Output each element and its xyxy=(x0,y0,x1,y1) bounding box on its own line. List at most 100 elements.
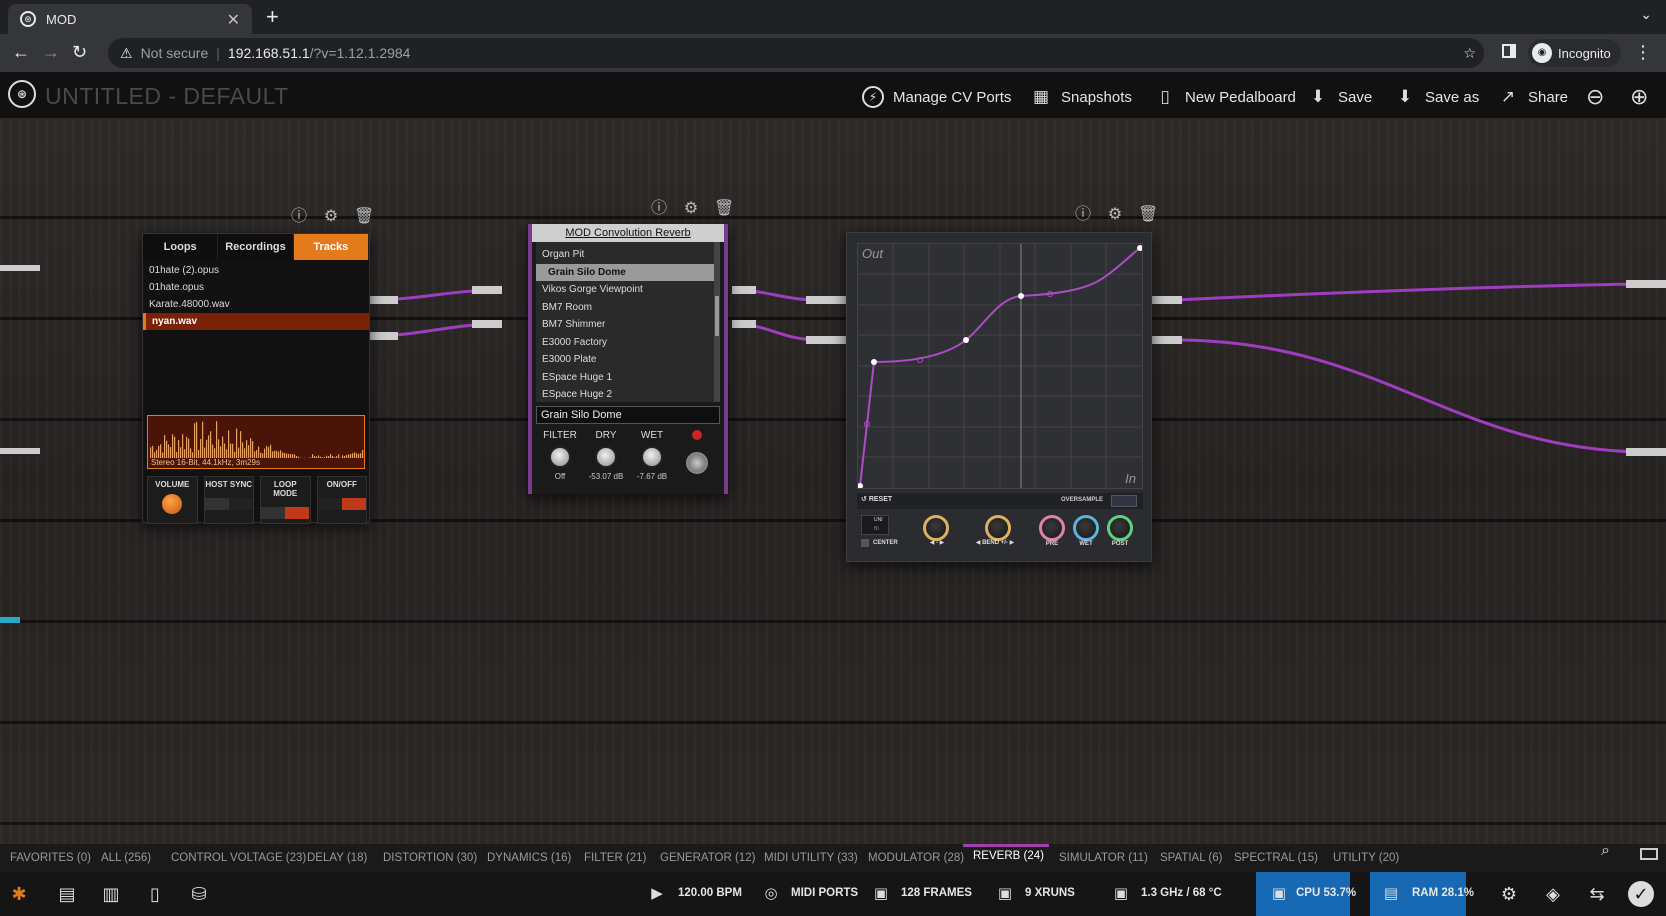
forward-arrow-icon[interactable]: → xyxy=(42,42,60,62)
category-simulator[interactable]: SIMULATOR (11) xyxy=(1059,852,1148,864)
category-reverb[interactable]: REVERB (24) xyxy=(973,850,1044,862)
mod-logo-icon[interactable]: ⊛ xyxy=(8,80,36,108)
transfer-curve-graph[interactable]: Out In xyxy=(857,243,1143,489)
cloud-store-icon[interactable]: ⛁ xyxy=(186,881,212,907)
tab-loops[interactable]: Loops xyxy=(143,234,219,260)
xruns-value[interactable]: 9 XRUNS xyxy=(1025,887,1075,899)
frames-value[interactable]: 128 FRAMES xyxy=(901,887,972,899)
new-tab-button[interactable]: + xyxy=(266,4,279,30)
incognito-badge[interactable]: ◉ Incognito xyxy=(1528,39,1621,67)
list-item[interactable]: Karate.48000.wav xyxy=(143,296,369,313)
category-utility[interactable]: UTILITY (20) xyxy=(1333,852,1399,864)
list-item[interactable]: Vikos Gorge Viewpoint xyxy=(536,281,720,299)
audio-file-player-pedal[interactable]: Loops Recordings Tracks 01hate (2).opus … xyxy=(142,233,370,524)
search-icon[interactable]: ⌕ xyxy=(1601,842,1610,860)
bookmark-star-icon[interactable]: ☆ xyxy=(1463,45,1476,62)
info-icon[interactable]: ⓘ xyxy=(650,200,668,218)
bend-stepper[interactable]: ◀ BEND +/- ▶ xyxy=(967,539,1023,546)
tab-search-chevron-icon[interactable]: ⌄ xyxy=(1640,6,1652,23)
list-item[interactable]: 01hate (2).opus xyxy=(143,262,369,279)
knob-1-stepper[interactable]: ◀ - ▶ xyxy=(913,539,961,546)
list-item[interactable]: nyan.wav xyxy=(143,313,369,330)
new-pedalboard-button[interactable]: ▯ New Pedalboard xyxy=(1154,86,1296,108)
category-modulator[interactable]: MODULATOR (28) xyxy=(868,852,964,864)
category-favorites[interactable]: FAVORITES (0) xyxy=(10,852,91,864)
category-dynamics[interactable]: DYNAMICS (16) xyxy=(487,852,571,864)
curve-knob-1[interactable] xyxy=(923,515,949,541)
bend-knob[interactable] xyxy=(985,515,1011,541)
tab-tracks[interactable]: Tracks xyxy=(293,234,369,260)
gear-icon[interactable]: ⚙ xyxy=(1106,206,1124,224)
info-icon[interactable]: ⓘ xyxy=(1074,206,1092,224)
reload-icon[interactable]: ↻ xyxy=(72,42,87,62)
list-item[interactable]: BM7 Room xyxy=(536,299,720,317)
list-item[interactable]: 01hate.opus xyxy=(143,279,369,296)
trash-icon[interactable]: 🗑 xyxy=(354,208,374,226)
tab-recordings[interactable]: Recordings xyxy=(218,234,294,260)
gear-icon[interactable]: ⚙ xyxy=(682,200,700,218)
category-midi-utility[interactable]: MIDI UTILITY (33) xyxy=(764,852,858,864)
category-distortion[interactable]: DISTORTION (30) xyxy=(383,852,477,864)
oversample-select[interactable] xyxy=(1111,495,1137,507)
selected-ir-field[interactable]: Grain Silo Dome xyxy=(536,406,720,424)
snapshots-button[interactable]: ▦ Snapshots xyxy=(1030,86,1132,108)
ir-list-scrollbar[interactable] xyxy=(714,242,720,402)
file-manager-icon[interactable]: ▯ xyxy=(142,881,168,907)
back-arrow-icon[interactable]: ← xyxy=(12,42,30,62)
list-item[interactable]: Organ Pit xyxy=(536,246,720,264)
on-off-toggle[interactable] xyxy=(317,498,366,510)
connections-icon[interactable]: ◈ xyxy=(1540,881,1566,907)
keyboard-icon[interactable] xyxy=(1640,848,1658,860)
tab-close-icon[interactable]: ✕ xyxy=(227,10,240,30)
list-item[interactable]: E3000 Factory xyxy=(536,334,720,352)
zoom-in-icon[interactable]: ⊕ xyxy=(1630,84,1648,110)
trash-icon[interactable]: 🗑 xyxy=(714,200,734,218)
plugin-store-icon[interactable]: ✱ xyxy=(6,881,32,907)
list-item[interactable]: ESpace Huge 1 xyxy=(536,369,720,387)
address-bar[interactable]: ⚠ Not secure | 192.168.51.1 /?v=1.12.1.2… xyxy=(108,38,1484,68)
bpm-value[interactable]: 120.00 BPM xyxy=(678,887,742,899)
pedalboards-library-icon[interactable]: ▤ xyxy=(54,881,80,907)
pedalboard-title[interactable]: UNTITLED - DEFAULT xyxy=(45,83,289,110)
wet-knob[interactable] xyxy=(1073,515,1099,541)
filter-knob[interactable] xyxy=(549,446,571,468)
dry-knob[interactable] xyxy=(595,446,617,468)
save-as-button[interactable]: ⬇ Save as xyxy=(1394,86,1479,108)
bypass-footswitch[interactable] xyxy=(686,452,708,474)
save-button[interactable]: ⬇ Save xyxy=(1307,86,1372,108)
midi-ports-button[interactable]: MIDI PORTS xyxy=(791,887,858,899)
zoom-out-icon[interactable]: ⊖ xyxy=(1586,84,1604,110)
check-icon[interactable]: ✓ xyxy=(1628,881,1654,907)
settings-gear-icon[interactable]: ⚙ xyxy=(1496,881,1522,907)
host-sync-toggle[interactable] xyxy=(204,498,253,510)
post-knob[interactable] xyxy=(1107,515,1133,541)
list-item[interactable]: ESpace Huge 2 xyxy=(536,386,720,402)
category-control-voltage[interactable]: CONTROL VOLTAGE (23) xyxy=(171,852,306,864)
list-item[interactable]: Grain Silo Dome xyxy=(536,263,720,281)
trash-icon[interactable]: 🗑 xyxy=(1138,206,1158,224)
usb-icon[interactable]: ⇆ xyxy=(1584,881,1610,907)
midi-icon[interactable]: ◎ xyxy=(762,885,780,903)
pre-knob[interactable] xyxy=(1039,515,1065,541)
share-button[interactable]: ↗ Share xyxy=(1497,86,1568,108)
category-delay[interactable]: DELAY (18) xyxy=(307,852,367,864)
list-item[interactable]: BM7 Shimmer xyxy=(536,316,720,334)
manage-cv-ports-button[interactable]: ⚡ Manage CV Ports xyxy=(862,86,1011,108)
list-item[interactable]: E3000 Plate xyxy=(536,351,720,369)
play-icon[interactable]: ▶ xyxy=(648,885,666,903)
category-filter[interactable]: FILTER (21) xyxy=(584,852,646,864)
wet-knob[interactable] xyxy=(641,446,663,468)
reset-button[interactable]: ↺ RESET xyxy=(861,495,892,503)
category-spatial[interactable]: SPATIAL (6) xyxy=(1160,852,1222,864)
side-panel-icon[interactable] xyxy=(1502,44,1516,58)
convolution-reverb-pedal[interactable]: MOD Convolution Reverb Organ Pit Grain S… xyxy=(528,224,728,494)
category-all[interactable]: ALL (256) xyxy=(101,852,151,864)
browser-tab[interactable]: ⊛ MOD ✕ xyxy=(8,4,252,34)
loop-mode-toggle[interactable] xyxy=(261,507,310,519)
category-generator[interactable]: GENERATOR (12) xyxy=(660,852,755,864)
transfer-curve-pedal[interactable]: Out In ↺ RESET OVERSAMPLE UNI BI CENTER … xyxy=(846,232,1152,562)
category-spectral[interactable]: SPECTRAL (15) xyxy=(1234,852,1318,864)
center-checkbox[interactable] xyxy=(861,539,869,547)
gear-icon[interactable]: ⚙ xyxy=(322,208,340,226)
uni-bi-switch[interactable]: UNI BI xyxy=(861,515,889,535)
